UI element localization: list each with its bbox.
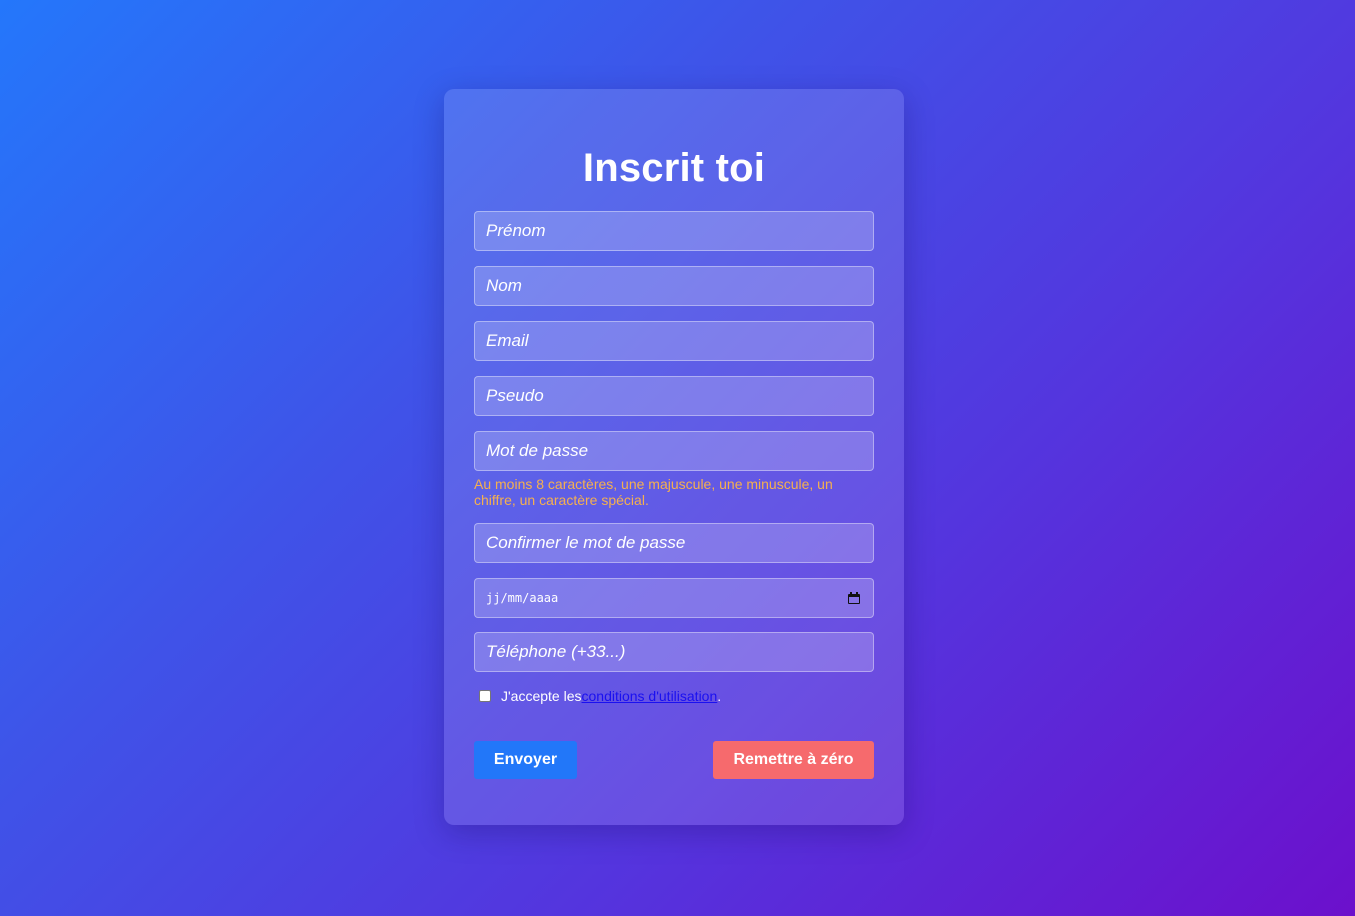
- terms-suffix: .: [717, 688, 722, 704]
- first-name-input[interactable]: Prénom: [474, 211, 874, 251]
- terms-row: J'accepte les conditions d'utilisation.: [479, 687, 721, 705]
- email-placeholder: Email: [486, 331, 529, 350]
- reset-button[interactable]: Remettre à zéro: [713, 741, 874, 779]
- terms-link[interactable]: conditions d'utilisation: [582, 688, 718, 704]
- password-input[interactable]: Mot de passe: [474, 431, 874, 471]
- phone-placeholder: Téléphone (+33...): [486, 642, 626, 661]
- password-hint: Au moins 8 caractères, une majuscule, un…: [474, 476, 833, 508]
- birth-date-input[interactable]: jj/mm/aaaa: [474, 578, 874, 618]
- password-placeholder: Mot de passe: [486, 441, 589, 460]
- email-input[interactable]: Email: [474, 321, 874, 361]
- password-confirm-placeholder: Confirmer le mot de passe: [486, 533, 686, 552]
- submit-button-label: Envoyer: [493, 751, 558, 768]
- username-input[interactable]: Pseudo: [474, 376, 874, 416]
- form-title: Inscrit toi: [582, 146, 766, 190]
- signup-card: Inscrit toi Prénom Nom Email Pseudo Mot …: [444, 89, 904, 825]
- terms-prefix: J'accepte les: [501, 688, 582, 704]
- last-name-input[interactable]: Nom: [474, 266, 874, 306]
- first-name-placeholder: Prénom: [486, 221, 546, 240]
- submit-button[interactable]: Envoyer: [474, 741, 577, 779]
- password-confirm-input[interactable]: Confirmer le mot de passe: [474, 523, 874, 563]
- calendar-icon[interactable]: [848, 592, 860, 604]
- terms-checkbox[interactable]: [479, 690, 491, 702]
- last-name-placeholder: Nom: [486, 276, 522, 295]
- reset-button-label: Remettre à zéro: [733, 751, 854, 768]
- birth-date-placeholder: jj/mm/aaaa: [486, 591, 559, 605]
- phone-input[interactable]: Téléphone (+33...): [474, 632, 874, 672]
- username-placeholder: Pseudo: [486, 386, 544, 405]
